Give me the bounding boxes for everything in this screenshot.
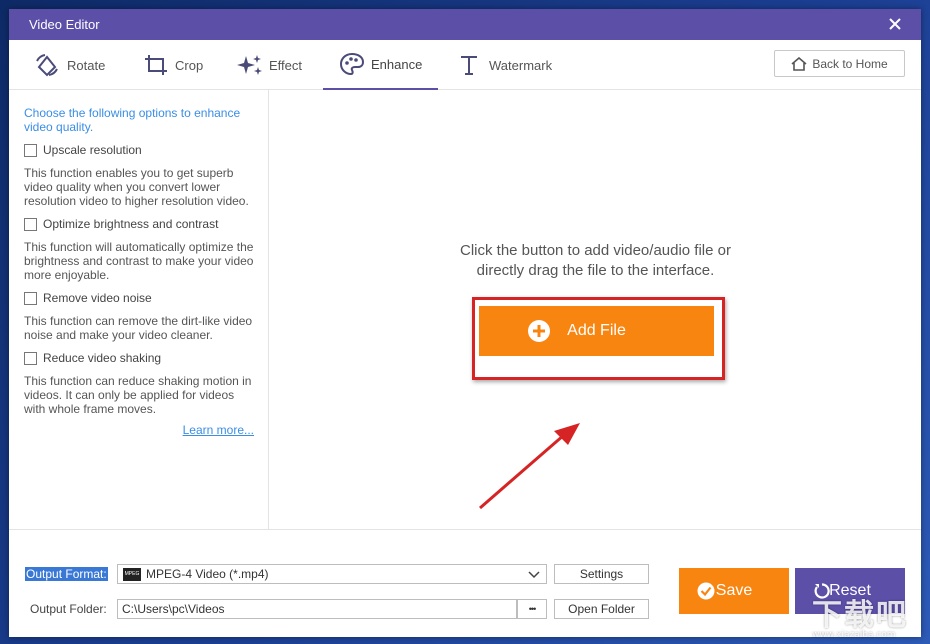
video-editor-window: Video Editor Rotate Crop Effect Enhance … bbox=[9, 9, 921, 637]
noise-label: Remove video noise bbox=[43, 291, 152, 305]
drop-hint-line-1: Click the button to add video/audio file… bbox=[459, 242, 731, 259]
upscale-description: This function enables you to get superb … bbox=[24, 166, 249, 208]
output-format-select[interactable]: MPEG MPEG-4 Video (*.mp4) bbox=[117, 564, 547, 584]
upscale-label: Upscale resolution bbox=[43, 143, 142, 157]
enhance-options-panel: Choose the following options to enhance … bbox=[9, 90, 269, 529]
site-watermark-logo: 下载吧 www.xiazaiba.com bbox=[812, 590, 908, 640]
option-noise[interactable]: Remove video noise bbox=[24, 291, 254, 305]
save-button[interactable]: Save bbox=[679, 568, 789, 614]
plus-circle-icon bbox=[528, 320, 550, 342]
output-folder-field[interactable]: C:\Users\pc\Videos bbox=[117, 599, 517, 619]
tab-crop[interactable]: Crop bbox=[143, 40, 203, 90]
open-folder-button[interactable]: Open Folder bbox=[554, 599, 649, 619]
drop-area[interactable]: Click the button to add video/audio file… bbox=[270, 90, 921, 529]
palette-icon bbox=[339, 52, 365, 76]
tab-enhance-label: Enhance bbox=[371, 56, 423, 72]
learn-more-link[interactable]: Learn more... bbox=[24, 423, 254, 437]
title-bar: Video Editor bbox=[9, 9, 921, 40]
drop-hint: Click the button to add video/audio file… bbox=[270, 241, 921, 281]
tab-watermark-label: Watermark bbox=[489, 57, 553, 73]
output-format-label: Output Format: bbox=[25, 567, 108, 581]
back-to-home-label: Back to Home bbox=[812, 56, 888, 71]
shaking-description: This function can reduce shaking motion … bbox=[24, 374, 252, 416]
browse-folder-button[interactable]: ••• bbox=[517, 599, 547, 619]
home-icon bbox=[791, 56, 807, 71]
shaking-checkbox[interactable] bbox=[24, 351, 37, 365]
option-shaking[interactable]: Reduce video shaking bbox=[24, 351, 254, 365]
rotate-icon bbox=[36, 54, 58, 77]
add-file-button[interactable]: Add File bbox=[479, 306, 714, 356]
tab-rotate-label: Rotate bbox=[67, 57, 106, 73]
drop-hint-line-2: directly drag the file to the interface. bbox=[476, 262, 715, 279]
save-label: Save bbox=[715, 582, 753, 599]
window-title: Video Editor bbox=[29, 17, 100, 32]
option-brightness[interactable]: Optimize brightness and contrast bbox=[24, 217, 254, 231]
watermark-text: 下载吧 bbox=[812, 598, 908, 633]
noise-checkbox[interactable] bbox=[24, 291, 37, 305]
mp4-format-icon: MPEG bbox=[123, 567, 141, 581]
tab-crop-label: Crop bbox=[175, 57, 204, 73]
tab-rotate[interactable]: Rotate bbox=[33, 40, 105, 90]
tab-effect-label: Effect bbox=[269, 57, 303, 73]
option-upscale[interactable]: Upscale resolution bbox=[24, 143, 254, 157]
output-bar: Output Format: MPEG MPEG-4 Video (*.mp4)… bbox=[9, 529, 921, 637]
tab-effect[interactable]: Effect bbox=[237, 40, 302, 90]
crop-icon bbox=[145, 55, 167, 75]
chevron-down-icon bbox=[528, 571, 540, 579]
text-t-icon bbox=[461, 56, 477, 75]
brightness-label: Optimize brightness and contrast bbox=[43, 217, 219, 231]
tab-enhance[interactable]: Enhance bbox=[323, 40, 439, 90]
upscale-checkbox[interactable] bbox=[24, 143, 37, 157]
close-icon[interactable] bbox=[887, 16, 903, 32]
output-folder-label: Output Folder: bbox=[30, 602, 107, 616]
editor-toolbar: Rotate Crop Effect Enhance Watermark Bac… bbox=[9, 40, 921, 90]
tab-watermark[interactable]: Watermark bbox=[457, 40, 552, 90]
output-folder-value: C:\Users\pc\Videos bbox=[122, 602, 225, 616]
red-arrow-annotation bbox=[479, 423, 580, 510]
watermark-sub: www.xiazaiba.com bbox=[812, 630, 896, 640]
check-circle-icon bbox=[697, 582, 715, 600]
brightness-description: This function will automatically optimiz… bbox=[24, 240, 254, 282]
shaking-label: Reduce video shaking bbox=[43, 351, 162, 365]
settings-button[interactable]: Settings bbox=[554, 564, 649, 584]
enhance-intro-text: Choose the following options to enhance … bbox=[24, 106, 241, 134]
brightness-checkbox[interactable] bbox=[24, 217, 37, 231]
sparkle-icon bbox=[237, 55, 262, 75]
back-to-home-button[interactable]: Back to Home bbox=[774, 50, 905, 77]
output-format-value: MPEG-4 Video (*.mp4) bbox=[146, 567, 269, 581]
add-file-label: Add File bbox=[567, 322, 626, 339]
noise-description: This function can remove the dirt-like v… bbox=[24, 314, 253, 342]
